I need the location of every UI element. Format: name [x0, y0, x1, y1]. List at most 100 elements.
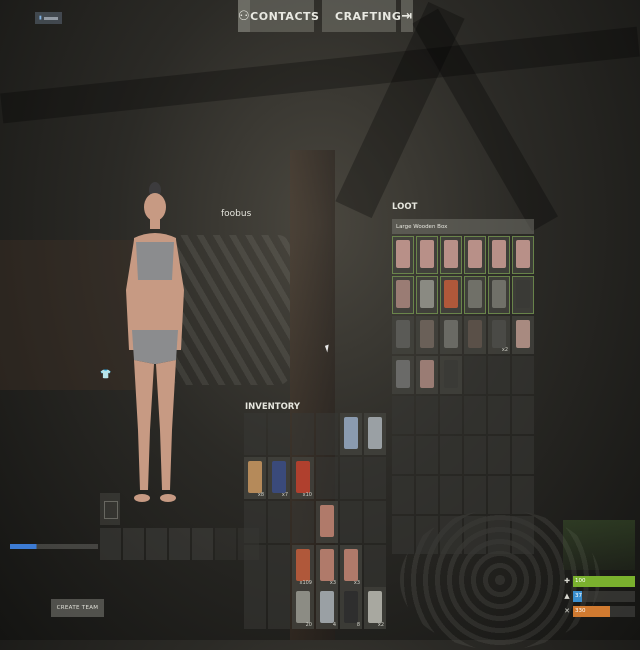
attire-protection-bar	[10, 544, 98, 549]
item-slot-knife[interactable]: x8	[244, 457, 266, 499]
empty-slot[interactable]	[464, 476, 486, 514]
crafting-button[interactable]: CRAFTING ⇥	[322, 0, 413, 32]
empty-slot[interactable]	[464, 396, 486, 434]
item-slot-knife[interactable]: x2	[364, 587, 386, 629]
meat-icon	[320, 505, 334, 537]
contacts-button[interactable]: ⚇ CONTACTS	[238, 0, 319, 32]
empty-slot[interactable]	[488, 476, 510, 514]
item-slot-shotgun-ammo[interactable]: x7	[268, 457, 290, 499]
empty-slot[interactable]	[392, 516, 414, 554]
item-slot-rocket[interactable]: x10	[292, 457, 314, 499]
item-slot-hatchet[interactable]: 20	[292, 587, 314, 629]
empty-slot[interactable]	[392, 436, 414, 474]
empty-slot[interactable]	[364, 501, 386, 543]
empty-slot[interactable]	[488, 516, 510, 554]
item-slot-meat[interactable]: x3	[316, 545, 338, 587]
mouse-cursor	[324, 344, 332, 353]
attire-slot[interactable]	[215, 528, 236, 560]
item-slot-cabinet[interactable]	[464, 316, 486, 354]
item-slot-trap[interactable]	[392, 316, 414, 354]
empty-slot[interactable]	[244, 413, 266, 455]
empty-slot[interactable]	[440, 396, 462, 434]
item-slot-locker[interactable]	[440, 356, 462, 394]
empty-slot[interactable]	[244, 501, 266, 543]
empty-slot[interactable]	[512, 476, 534, 514]
people-icon: ⚇	[238, 0, 251, 32]
attire-slot[interactable]	[146, 528, 167, 560]
empty-slot[interactable]	[316, 457, 338, 499]
empty-slot[interactable]	[244, 587, 266, 629]
item-slot-can[interactable]	[340, 413, 362, 455]
item-slot-box[interactable]	[392, 236, 414, 274]
server-icon: ▮	[39, 15, 42, 21]
item-slot-locker[interactable]	[512, 276, 534, 314]
empty-slot[interactable]	[316, 413, 338, 455]
empty-slot[interactable]	[392, 396, 414, 434]
item-slot-box[interactable]	[464, 236, 486, 274]
empty-slot[interactable]	[512, 396, 534, 434]
empty-slot[interactable]	[416, 436, 438, 474]
item-slot-lantern[interactable]	[488, 276, 510, 314]
item-slot-meat[interactable]: x3	[340, 545, 362, 587]
item-slot-meat[interactable]	[316, 501, 338, 543]
empty-slot[interactable]	[268, 413, 290, 455]
attire-slots	[100, 528, 259, 560]
item-slot-box[interactable]	[440, 236, 462, 274]
empty-slot[interactable]	[464, 516, 486, 554]
empty-slot[interactable]	[268, 587, 290, 629]
empty-slot[interactable]	[268, 501, 290, 543]
empty-slot[interactable]	[512, 436, 534, 474]
item-slot-box[interactable]	[512, 316, 534, 354]
item-slot-pistol[interactable]: 8	[340, 587, 362, 629]
empty-slot[interactable]	[364, 457, 386, 499]
item-quantity: x109	[299, 580, 312, 586]
empty-slot[interactable]	[340, 457, 362, 499]
empty-slot[interactable]	[340, 501, 362, 543]
create-team-button[interactable]: CREATE TEAM	[51, 599, 104, 617]
crate-icon	[396, 280, 410, 308]
item-slot-box[interactable]	[488, 236, 510, 274]
empty-slot[interactable]	[440, 476, 462, 514]
item-slot-box[interactable]	[416, 236, 438, 274]
item-quantity: 4	[332, 622, 336, 628]
item-slot-lantern[interactable]	[464, 276, 486, 314]
attire-slot[interactable]	[123, 528, 144, 560]
item-slot-tire[interactable]	[392, 356, 414, 394]
item-slot-crate[interactable]	[416, 356, 438, 394]
empty-slot[interactable]	[268, 545, 290, 587]
empty-slot[interactable]	[488, 436, 510, 474]
empty-slot[interactable]	[440, 436, 462, 474]
item-slot-rifle[interactable]	[440, 316, 462, 354]
attire-slot[interactable]	[192, 528, 213, 560]
item-slot-rocket[interactable]	[440, 276, 462, 314]
empty-slot[interactable]	[364, 545, 386, 587]
empty-slot[interactable]	[292, 413, 314, 455]
item-slot-crate[interactable]	[392, 276, 414, 314]
item-slot-tool[interactable]	[416, 276, 438, 314]
lantern-icon	[492, 280, 506, 308]
item-slot-rack[interactable]: x2	[488, 316, 510, 354]
empty-slot[interactable]	[416, 516, 438, 554]
empty-slot[interactable]	[292, 501, 314, 543]
item-slot-pistol[interactable]	[364, 413, 386, 455]
empty-slot[interactable]	[416, 476, 438, 514]
empty-slot[interactable]	[464, 356, 486, 394]
contacts-label: CONTACTS	[250, 9, 320, 23]
empty-slot[interactable]	[416, 396, 438, 434]
empty-slot[interactable]	[488, 396, 510, 434]
empty-slot[interactable]	[488, 356, 510, 394]
empty-slot[interactable]	[512, 356, 534, 394]
item-slot-box[interactable]	[512, 236, 534, 274]
item-slot-ammo[interactable]: x109	[292, 545, 314, 587]
attire-slot-extra[interactable]	[100, 493, 120, 525]
attire-slot[interactable]	[169, 528, 190, 560]
item-slot-barrel[interactable]	[416, 316, 438, 354]
empty-slot[interactable]	[464, 436, 486, 474]
empty-slot[interactable]	[512, 516, 534, 554]
empty-slot[interactable]	[392, 476, 414, 514]
empty-slot[interactable]	[244, 545, 266, 587]
attire-slot[interactable]	[100, 528, 121, 560]
item-slot-revolver[interactable]: 4	[316, 587, 338, 629]
shotgun-ammo-icon	[272, 461, 286, 493]
empty-slot[interactable]	[440, 516, 462, 554]
